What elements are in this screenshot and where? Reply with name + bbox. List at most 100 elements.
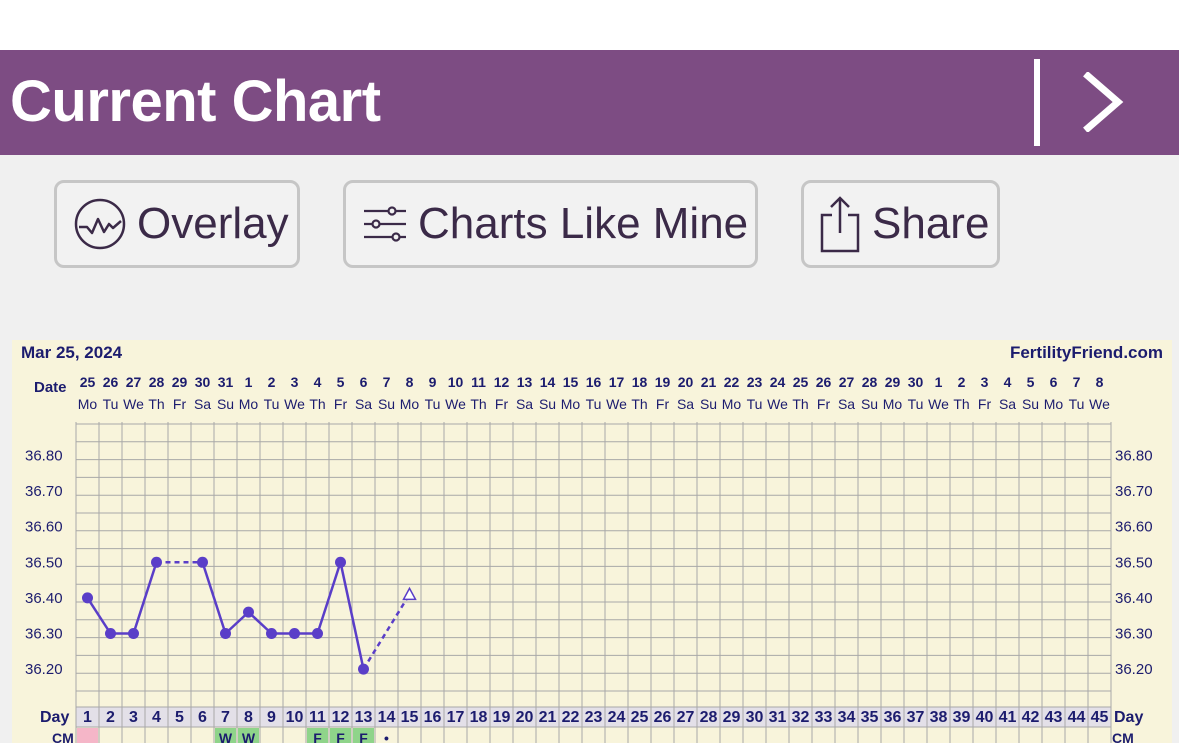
date-label: 25	[80, 374, 96, 390]
share-icon	[820, 196, 860, 253]
date-label: 27	[126, 374, 142, 390]
weekday-label: Su	[378, 396, 395, 412]
weekday-label: Mo	[1044, 396, 1064, 412]
cycle-day-label: 7	[221, 709, 230, 726]
cycle-day-label: 37	[907, 709, 925, 726]
cycle-day-label: 44	[1068, 709, 1086, 726]
date-label: 26	[816, 374, 832, 390]
cycle-day-label: 42	[1022, 709, 1040, 726]
weekday-label: Sa	[677, 396, 694, 412]
cycle-day-label: 43	[1045, 709, 1063, 726]
weekday-label: Tu	[264, 396, 280, 412]
cycle-day-label: 14	[378, 709, 396, 726]
weekday-label: Su	[217, 396, 234, 412]
date-label: 22	[724, 374, 740, 390]
date-label: 1	[935, 374, 943, 390]
weekday-label: Fr	[817, 396, 831, 412]
date-label: 8	[406, 374, 414, 390]
weekday-label: Sa	[355, 396, 372, 412]
cycle-day-label: 5	[175, 709, 184, 726]
cycle-day-label: 13	[355, 709, 373, 726]
day-row-label-left: Day	[40, 709, 69, 726]
temperature-point	[243, 606, 254, 618]
header-divider	[1034, 59, 1040, 146]
overlay-button[interactable]: Overlay	[54, 180, 300, 268]
date-label: 14	[540, 374, 556, 390]
charts-like-mine-button[interactable]: Charts Like Mine	[343, 180, 758, 268]
date-label: 9	[429, 374, 437, 390]
date-label: 7	[1073, 374, 1081, 390]
date-label: 13	[517, 374, 533, 390]
weekday-label: Tu	[103, 396, 119, 412]
weekday-label: Th	[470, 396, 486, 412]
bbt-chart[interactable]: Mar 25, 2024 FertilityFriend.com Date 25…	[0, 320, 1179, 743]
date-label: 28	[862, 374, 878, 390]
weekday-label: Tu	[747, 396, 763, 412]
weekday-label: Mo	[239, 396, 259, 412]
date-label: 1	[245, 374, 253, 390]
cycle-day-label: 18	[470, 709, 488, 726]
cycle-day-label: 11	[309, 709, 326, 726]
cycle-day-label: 30	[746, 709, 764, 726]
date-label: 17	[609, 374, 625, 390]
weekday-label: We	[928, 396, 949, 412]
cm-row-label-right: CM	[1112, 730, 1134, 743]
cm-cell-label: W	[219, 730, 233, 743]
y-tick-label-right: 36.50	[1115, 554, 1153, 571]
date-label: 11	[471, 374, 486, 390]
date-label: 15	[563, 374, 579, 390]
chart-area: Mar 25, 2024 FertilityFriend.com Date 25…	[0, 320, 1179, 743]
weekday-label: Tu	[425, 396, 441, 412]
date-label: 27	[839, 374, 855, 390]
date-label: 8	[1096, 374, 1104, 390]
y-tick-label-right: 36.20	[1115, 661, 1153, 678]
temperature-point	[358, 663, 369, 675]
weekday-label: Fr	[173, 396, 187, 412]
date-label: 5	[1027, 374, 1035, 390]
weekday-label: Th	[148, 396, 164, 412]
date-label: 31	[218, 374, 234, 390]
temperature-point	[289, 628, 300, 639]
date-label: 21	[701, 374, 717, 390]
cycle-day-label: 8	[244, 709, 253, 726]
cm-cell	[77, 728, 98, 743]
cycle-day-label: 9	[267, 709, 276, 726]
cycle-day-label: 40	[976, 709, 994, 726]
date-label: 2	[268, 374, 276, 390]
date-label: 19	[655, 374, 671, 390]
chart-date: Mar 25, 2024	[21, 343, 123, 362]
cycle-day-label: 27	[677, 709, 695, 726]
date-label: 28	[149, 374, 165, 390]
date-label: 18	[632, 374, 648, 390]
y-tick-label-right: 36.60	[1115, 519, 1153, 536]
cycle-day-label: 25	[631, 709, 649, 726]
date-label: 23	[747, 374, 763, 390]
next-chart-button[interactable]	[1078, 71, 1128, 133]
weekday-label: Mo	[78, 396, 98, 412]
date-label: 4	[1004, 374, 1012, 390]
cycle-day-label: 33	[815, 709, 833, 726]
overlay-label: Overlay	[137, 199, 289, 248]
temperature-point	[151, 556, 162, 568]
cm-row-label-left: CM	[52, 730, 74, 743]
weekday-label: Mo	[883, 396, 903, 412]
share-label: Share	[872, 199, 990, 248]
cycle-day-label: 41	[999, 709, 1017, 726]
day-row-label-right: Day	[1114, 709, 1143, 726]
weekday-label: Fr	[656, 396, 670, 412]
cycle-day-label: 31	[769, 709, 787, 726]
weekday-label: Fr	[978, 396, 992, 412]
share-button[interactable]: Share	[801, 180, 1000, 268]
temperature-point	[197, 556, 208, 568]
cycle-day-label: 17	[447, 709, 465, 726]
cycle-day-label: 21	[539, 709, 557, 726]
cycle-day-label: 19	[493, 709, 511, 726]
date-label: 16	[586, 374, 602, 390]
y-tick-label-right: 36.70	[1115, 483, 1153, 500]
weekday-label: Th	[792, 396, 808, 412]
y-tick-label-left: 36.50	[25, 554, 63, 571]
weekday-label: Th	[309, 396, 325, 412]
temperature-point	[312, 628, 323, 639]
weekday-label: We	[123, 396, 144, 412]
cycle-day-label: 32	[792, 709, 810, 726]
